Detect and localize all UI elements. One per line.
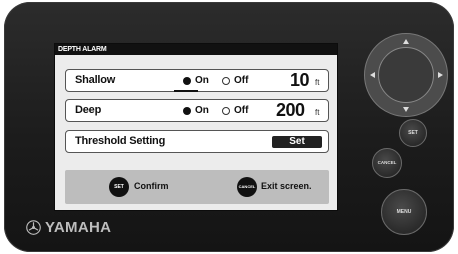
set-hint-text: Confirm — [134, 181, 169, 191]
deep-value[interactable]: 200 — [276, 100, 305, 121]
shallow-on-option[interactable]: On — [183, 75, 209, 86]
tuning-fork-logo-icon — [26, 220, 41, 235]
deep-off-option[interactable]: Off — [222, 105, 248, 116]
menu-hardware-button[interactable]: MENU — [381, 189, 427, 235]
set-key-badge: SET — [109, 177, 129, 197]
directional-pad[interactable] — [364, 33, 448, 117]
brand-name: YAMAHA — [45, 219, 112, 236]
dpad-center[interactable] — [378, 47, 434, 103]
radio-unselected-icon — [222, 106, 230, 115]
key-hint-bar: SET Confirm CANCEL Exit screen. — [65, 170, 329, 204]
cancel-key-badge: CANCEL — [237, 177, 257, 197]
threshold-label: Threshold Setting — [75, 135, 166, 147]
focus-underline — [174, 90, 198, 92]
radio-selected-icon — [183, 106, 191, 115]
arrow-down-icon[interactable] — [403, 107, 409, 112]
shallow-on-label: On — [195, 75, 209, 86]
deep-row[interactable]: Deep On Off 200 ft — [65, 99, 329, 122]
shallow-unit: ft — [315, 78, 320, 87]
cancel-hint-text: Exit screen. — [261, 181, 312, 191]
cancel-hardware-button[interactable]: CANCEL — [372, 148, 402, 178]
deep-unit: ft — [315, 108, 320, 117]
radio-unselected-icon — [222, 76, 230, 85]
brand-logo: YAMAHA — [26, 219, 111, 236]
shallow-label: Shallow — [75, 74, 116, 86]
threshold-set-button[interactable]: Set — [272, 136, 322, 148]
screen-title: DEPTH ALARM — [55, 44, 337, 55]
arrow-up-icon[interactable] — [403, 39, 409, 44]
deep-on-label: On — [195, 105, 209, 116]
shallow-row[interactable]: Shallow On Off 10 ft — [65, 69, 329, 92]
arrow-right-icon[interactable] — [438, 72, 443, 78]
device-bezel: DEPTH ALARM Shallow On Off 10 ft Deep On — [4, 2, 454, 252]
arrow-left-icon[interactable] — [370, 72, 375, 78]
radio-selected-icon — [183, 76, 191, 85]
shallow-off-option[interactable]: Off — [222, 75, 248, 86]
deep-off-label: Off — [234, 105, 249, 116]
shallow-off-label: Off — [234, 75, 249, 86]
display-screen: DEPTH ALARM Shallow On Off 10 ft Deep On — [54, 43, 338, 211]
deep-on-option[interactable]: On — [183, 105, 209, 116]
set-hardware-button[interactable]: SET — [399, 119, 427, 147]
deep-label: Deep — [75, 104, 102, 116]
shallow-value[interactable]: 10 — [290, 70, 310, 91]
threshold-row[interactable]: Threshold Setting Set — [65, 130, 329, 153]
